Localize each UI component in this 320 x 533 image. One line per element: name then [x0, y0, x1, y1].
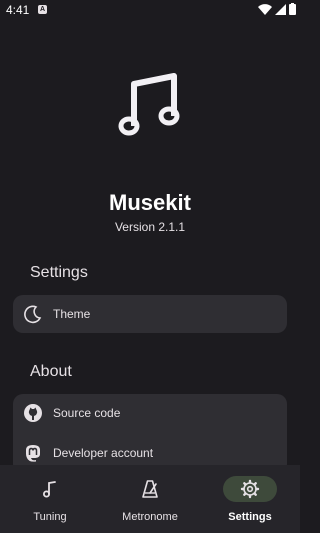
- settings-section-title: Settings: [30, 264, 88, 281]
- nav-settings-label: Settings: [228, 511, 272, 523]
- source-code-label: Source code: [53, 406, 121, 420]
- nav-settings[interactable]: Settings: [200, 465, 300, 533]
- nav-metronome[interactable]: Metronome: [100, 465, 200, 533]
- status-right-icons: [258, 3, 296, 15]
- about-card: Source code Developer account: [13, 394, 287, 474]
- nav-tuning-label: Tuning: [33, 511, 67, 523]
- notification-icon: A: [38, 5, 47, 14]
- theme-label: Theme: [53, 307, 91, 321]
- music-note-icon: [43, 481, 56, 498]
- status-bar: 4:41 A: [0, 0, 300, 20]
- about-section-title: About: [30, 363, 72, 380]
- developer-account-label: Developer account: [53, 446, 154, 460]
- battery-icon: [289, 3, 296, 15]
- moon-icon: [24, 305, 42, 324]
- mastodon-icon: [26, 445, 40, 462]
- nav-metronome-label: Metronome: [122, 511, 178, 523]
- theme-row[interactable]: Theme: [13, 295, 287, 333]
- settings-card: Theme: [13, 295, 287, 333]
- source-code-row[interactable]: Source code: [13, 394, 287, 432]
- app-logo-music-note-icon: [118, 73, 180, 136]
- status-time: 4:41: [6, 3, 30, 17]
- nav-tuning[interactable]: Tuning: [0, 465, 100, 533]
- github-icon: [24, 404, 42, 422]
- app-version: Version 2.1.1: [114, 220, 186, 234]
- signal-icon: [275, 3, 286, 15]
- metronome-icon: [142, 480, 158, 498]
- wifi-icon: [258, 3, 272, 15]
- bottom-navigation: Tuning Metronome Settings: [0, 465, 300, 533]
- gear-icon: [240, 479, 260, 499]
- app-name: Musekit: [109, 190, 191, 215]
